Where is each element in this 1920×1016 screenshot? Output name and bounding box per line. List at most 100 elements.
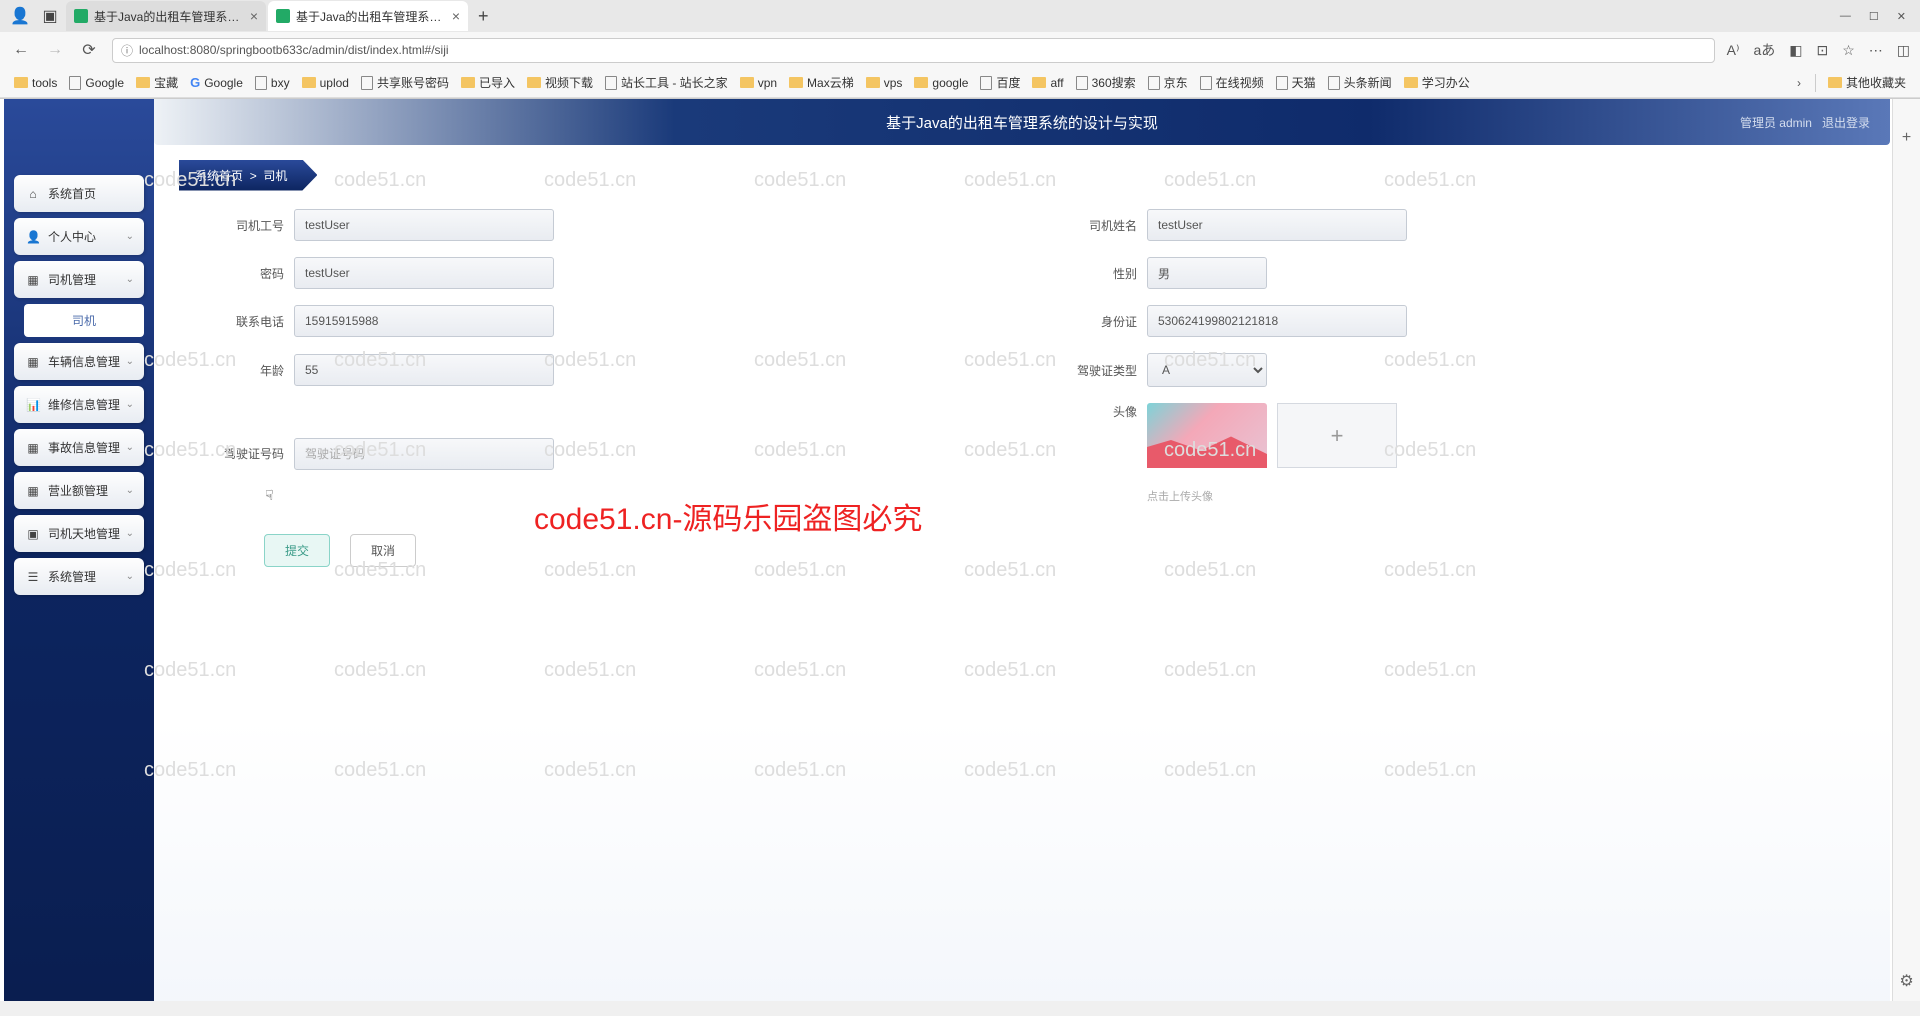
bookmark-item[interactable]: vps (862, 72, 907, 93)
close-window-button[interactable]: ✕ (1897, 10, 1906, 23)
gender-input[interactable] (1147, 257, 1267, 289)
bookmarks-bar: toolsGoogle宝藏GGooglebxyuplod共享账号密码已导入视频下… (0, 68, 1920, 98)
favicon-icon (255, 76, 267, 90)
idcard-input[interactable] (1147, 305, 1407, 337)
info-icon[interactable]: ⓘ (121, 42, 133, 59)
new-tab-button[interactable]: + (470, 2, 497, 31)
license-type-select[interactable]: A (1147, 353, 1267, 387)
read-aloud-icon[interactable]: A⁾ (1727, 42, 1740, 59)
bookmark-item[interactable]: 百度 (976, 72, 1024, 93)
bookmark-item[interactable]: 天猫 (1272, 72, 1320, 93)
bookmark-item[interactable]: 在线视频 (1196, 72, 1268, 93)
sidebar-toggle-icon[interactable]: ◫ (1897, 42, 1910, 59)
bookmark-item[interactable]: Max云梯 (785, 72, 858, 93)
extension-icon[interactable]: ⊡ (1816, 42, 1828, 59)
tab-close-icon[interactable]: × (250, 8, 258, 24)
bookmark-item[interactable]: 头条新闻 (1324, 72, 1396, 93)
sidebar-item[interactable]: 📊维修信息管理⌄ (14, 386, 144, 423)
page-icon (69, 76, 81, 90)
back-button[interactable]: ← (10, 41, 32, 59)
driver-id-input[interactable] (294, 209, 554, 241)
translate-icon[interactable]: aあ (1753, 40, 1775, 60)
folder-icon (14, 77, 28, 88)
minimize-button[interactable]: — (1840, 10, 1851, 22)
tab-close-icon[interactable]: × (452, 8, 460, 24)
field-license-no: 驾驶证号码 (204, 403, 997, 504)
folder-icon (1404, 77, 1418, 88)
bookmark-item[interactable]: Google (65, 72, 128, 93)
bookmark-item[interactable]: uplod (298, 72, 353, 93)
bookmark-item[interactable]: bxy (251, 72, 294, 93)
breadcrumb-home[interactable]: 系统首页 (195, 169, 243, 183)
other-bookmarks[interactable]: 其他收藏夹 (1824, 72, 1910, 93)
bookmark-item[interactable]: aff (1028, 72, 1067, 93)
chevron-down-icon: ⌄ (126, 571, 134, 582)
bookmark-item[interactable]: 学习办公 (1400, 72, 1474, 93)
field-phone: 联系电话 (204, 305, 997, 337)
sidebar-item[interactable]: ▦车辆信息管理⌄ (14, 343, 144, 380)
sidebar-item[interactable]: ⌂系统首页 (14, 175, 144, 212)
sidebar-subitem-driver[interactable]: 司机 (24, 304, 144, 337)
page-icon (1148, 76, 1160, 90)
browser-tab-2-active[interactable]: 基于Java的出租车管理系统的设计 × (268, 1, 468, 31)
favorite-icon[interactable]: ☆ (1842, 42, 1855, 59)
watermark: code51.cn (1164, 659, 1256, 682)
phone-input[interactable] (294, 305, 554, 337)
bookmark-item[interactable]: 已导入 (457, 72, 519, 93)
page-icon (1200, 76, 1212, 90)
bookmarks-overflow-icon[interactable]: › (1791, 76, 1807, 90)
breadcrumb: 系统首页 > 司机 (179, 159, 317, 191)
sidebar-item[interactable]: ▦营业额管理⌄ (14, 472, 144, 509)
menu-icon[interactable]: ⋯ (1869, 42, 1883, 59)
sidebar-item[interactable]: 👤个人中心⌄ (14, 218, 144, 255)
driver-name-input[interactable] (1147, 209, 1407, 241)
watermark: code51.cn (544, 169, 636, 192)
avatar-preview[interactable] (1147, 403, 1267, 468)
submit-button[interactable]: 提交 (264, 534, 330, 567)
sidebar-item[interactable]: ▣司机天地管理⌄ (14, 515, 144, 552)
rail-add-icon[interactable]: + (1902, 129, 1911, 147)
sidebar-item[interactable]: ☰系统管理⌄ (14, 558, 144, 595)
folder-icon (866, 77, 880, 88)
bookmark-item[interactable]: 京东 (1144, 72, 1192, 93)
bookmark-item[interactable]: 共享账号密码 (357, 72, 453, 93)
url-input[interactable]: ⓘ localhost:8080/springbootb633c/admin/d… (112, 38, 1715, 63)
refresh-button[interactable]: ⟳ (78, 40, 100, 60)
password-input[interactable] (294, 257, 554, 289)
favicon-icon (361, 76, 373, 90)
bookmark-item[interactable]: vpn (736, 72, 781, 93)
bookmark-item[interactable]: 站长工具 - 站长之家 (601, 72, 732, 93)
user-role: 管理员 admin (1740, 114, 1812, 131)
page-icon (1076, 76, 1088, 90)
logout-link[interactable]: 退出登录 (1822, 114, 1870, 131)
menu-icon: ▦ (26, 441, 40, 455)
bookmark-item[interactable]: GGoogle (186, 72, 247, 93)
browser-tab-1[interactable]: 基于Java的出租车管理系统的设计 × (66, 1, 266, 31)
upload-hint: 点击上传头像 (1147, 488, 1397, 504)
bookmark-item[interactable]: 360搜索 (1072, 72, 1140, 93)
folder-icon (527, 77, 541, 88)
license-no-input[interactable] (294, 438, 554, 470)
age-input[interactable] (294, 354, 554, 386)
bookmark-item[interactable]: 宝藏 (132, 72, 182, 93)
watermark: code51.cn (544, 659, 636, 682)
menu-icon: ▦ (26, 484, 40, 498)
watermark: code51.cn (1164, 759, 1256, 782)
maximize-button[interactable]: ☐ (1869, 10, 1879, 23)
app-title: 基于Java的出租车管理系统的设计与实现 (886, 112, 1158, 133)
menu-icon: 👤 (26, 230, 40, 244)
profile-icon[interactable]: 👤 (6, 3, 34, 29)
bookmark-item[interactable]: 视频下载 (523, 72, 597, 93)
bookmark-item[interactable]: tools (10, 72, 61, 93)
sidebar-item[interactable]: ▦司机管理⌄ (14, 261, 144, 298)
chevron-down-icon: ⌄ (126, 442, 134, 453)
avatar-upload-button[interactable]: + (1277, 403, 1397, 468)
watermark: code51.cn (1164, 169, 1256, 192)
cancel-button[interactable]: 取消 (350, 534, 416, 567)
background-decoration (154, 721, 1890, 1001)
bookmark-item[interactable]: google (910, 72, 972, 93)
sidebar-item[interactable]: ▦事故信息管理⌄ (14, 429, 144, 466)
tabs-icon[interactable]: ▣ (36, 3, 64, 29)
rail-settings-icon[interactable]: ⚙ (1899, 971, 1913, 991)
extension-icon[interactable]: ◧ (1789, 42, 1802, 59)
